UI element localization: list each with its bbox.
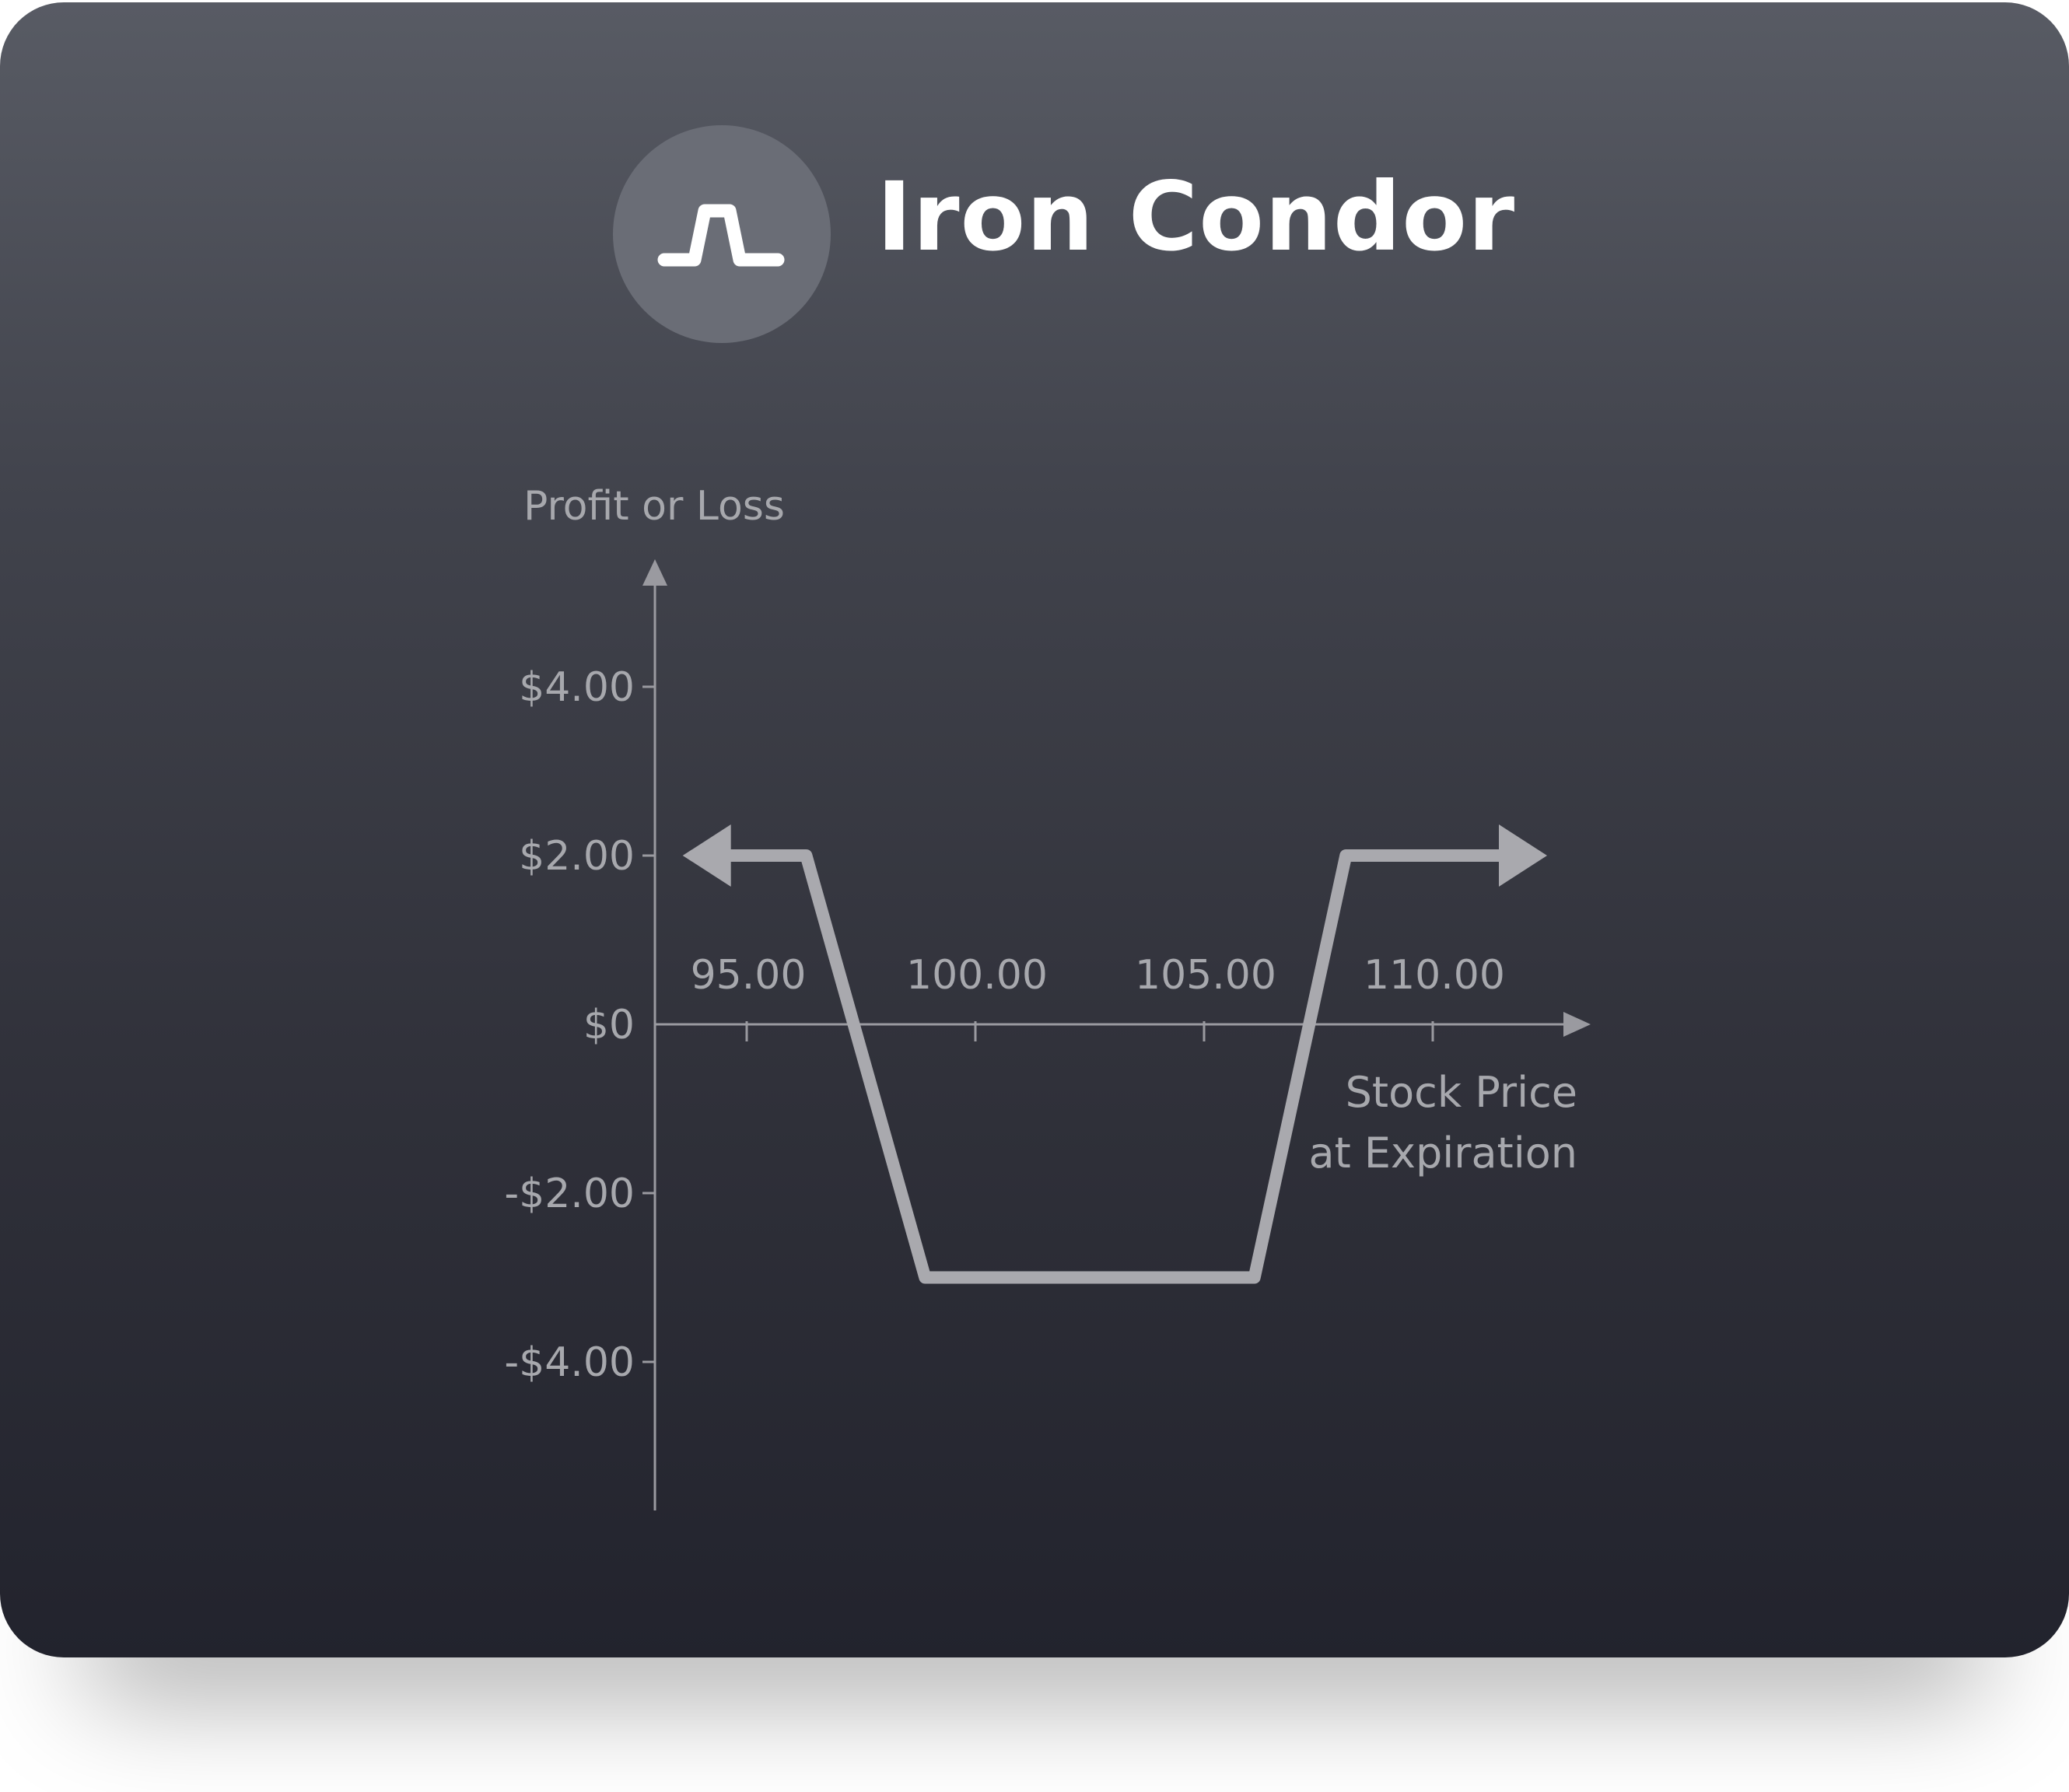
x-axis-title-line-1: Stock Price: [1346, 1068, 1577, 1117]
y-tick-label: $0: [583, 1002, 635, 1048]
payoff-left-arrowhead: [682, 824, 731, 887]
x-axis-title-line-2: at Expiration: [1308, 1129, 1577, 1178]
payoff-chart: Profit or Loss $4.00$2.00$0-$2.00-$4.00 …: [504, 483, 1591, 1510]
y-tick-group: $4.00 $2.00 $0 -$2.00 -$4.00: [504, 664, 655, 1386]
x-tick-label: 110.00: [1364, 952, 1505, 999]
x-tick-group: 95.00 100.00 105.00 110.00: [691, 952, 1505, 1041]
y-tick-label: $2.00: [519, 833, 635, 880]
y-axis-title: Profit or Loss: [523, 483, 785, 530]
x-axis-arrowhead: [1563, 1012, 1591, 1037]
y-tick-label: $4.00: [519, 664, 635, 711]
x-tick-label: 95.00: [691, 952, 807, 999]
x-tick-label: 105.00: [1135, 952, 1276, 999]
payoff-line: [721, 849, 1508, 1284]
payoff-series: [682, 824, 1547, 1284]
y-axis-arrowhead: [642, 559, 667, 586]
payoff-right-arrowhead: [1499, 824, 1547, 887]
x-tick-label: 100.00: [906, 952, 1048, 999]
strategy-card: Iron Condor Profit or Loss $4.00 $2.00 $0-…: [0, 2, 2069, 1657]
y-tick-label: -$2.00: [504, 1171, 635, 1217]
y-tick-label: -$4.00: [504, 1339, 635, 1386]
